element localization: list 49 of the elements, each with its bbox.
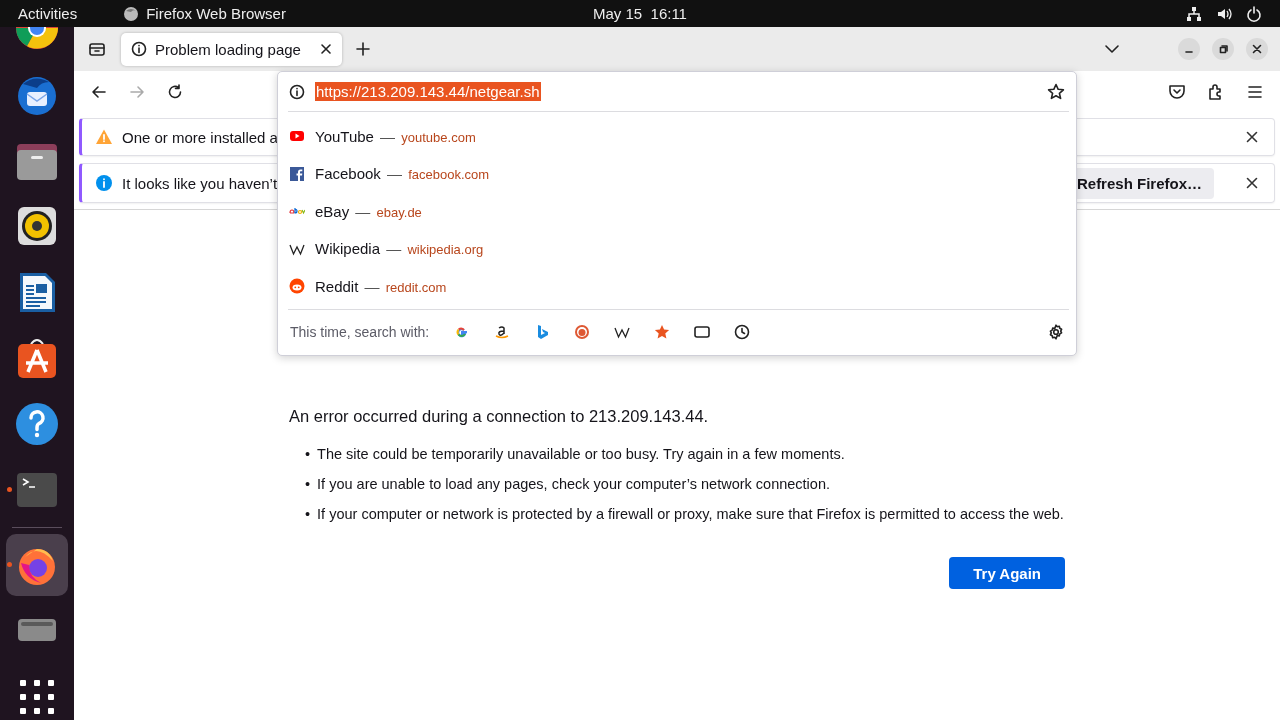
tab-icon[interactable] [694, 324, 711, 341]
suggestion-item[interactable]: YouTube — youtube.com [278, 117, 1076, 155]
info-icon [131, 41, 147, 57]
error-description: An error occurred during a connection to 213.209.143.44. [289, 407, 710, 426]
suggestion-item[interactable]: Wikipedia — wikipedia.org [278, 229, 1076, 268]
close-icon[interactable] [1252, 44, 1262, 54]
info-icon [95, 174, 113, 192]
speaker-icon [15, 204, 59, 248]
clock[interactable]: May 15 16:11 [593, 5, 687, 22]
bullet-mark: • [305, 445, 311, 464]
bullet-mark: • [305, 505, 311, 524]
a-letter-icon[interactable] [494, 324, 511, 341]
settings-icon[interactable] [1048, 324, 1064, 341]
restore-icon[interactable] [1218, 44, 1228, 54]
reload-icon[interactable] [166, 82, 184, 101]
shopping-bag-icon [15, 336, 59, 380]
network-icon[interactable] [1186, 5, 1202, 22]
search-with-label: This time, search with: [290, 324, 430, 341]
info-icon[interactable] [289, 83, 305, 100]
app-menu-label[interactable]: Firefox Web Browser [146, 5, 286, 22]
help-icon [15, 402, 59, 446]
suggestion-text: If your computer or network is protected by a firewall or proxy, make sure that Firefox is permitted to access the web. [317, 505, 1064, 524]
close-icon[interactable] [1246, 131, 1258, 143]
clock-icon[interactable] [734, 324, 751, 341]
suggestion-text: The site could be temporarily unavailable or too busy. Try again in a few moments. [317, 445, 845, 464]
close-icon[interactable] [1246, 177, 1258, 189]
suggestion-text: If you are unable to load any pages, check your computer’s network connection. [317, 475, 830, 494]
running-indicator [7, 487, 12, 492]
alien-face-icon [289, 278, 305, 295]
plus-icon[interactable] [356, 42, 370, 56]
close-icon[interactable] [320, 43, 332, 55]
address-field[interactable]: https://213.209.143.44/netgear.sh [315, 77, 1037, 106]
star-icon[interactable] [654, 324, 671, 341]
power-icon[interactable] [1246, 5, 1262, 22]
browser-tab[interactable]: Problem loading page [121, 32, 342, 66]
bullet-mark: • [305, 475, 311, 494]
try-again-button[interactable]: Try Again [949, 557, 1065, 589]
warning-icon [95, 128, 113, 146]
url-text: https://213.209.143.44/netgear.sh [315, 82, 541, 102]
activities-button[interactable]: Activities [18, 5, 78, 22]
running-indicator [7, 562, 12, 567]
tray-icon[interactable] [88, 40, 106, 58]
notification-text: One or more installed a [122, 128, 278, 146]
suggestion-item[interactable]: Reddit — reddit.com [278, 267, 1076, 305]
f-letter-icon [289, 165, 305, 182]
notification-text: It looks like you haven’t [122, 174, 278, 192]
pocket-icon[interactable] [1168, 82, 1186, 101]
dock-app-button[interactable] [6, 534, 68, 596]
star-icon[interactable] [1047, 82, 1065, 101]
